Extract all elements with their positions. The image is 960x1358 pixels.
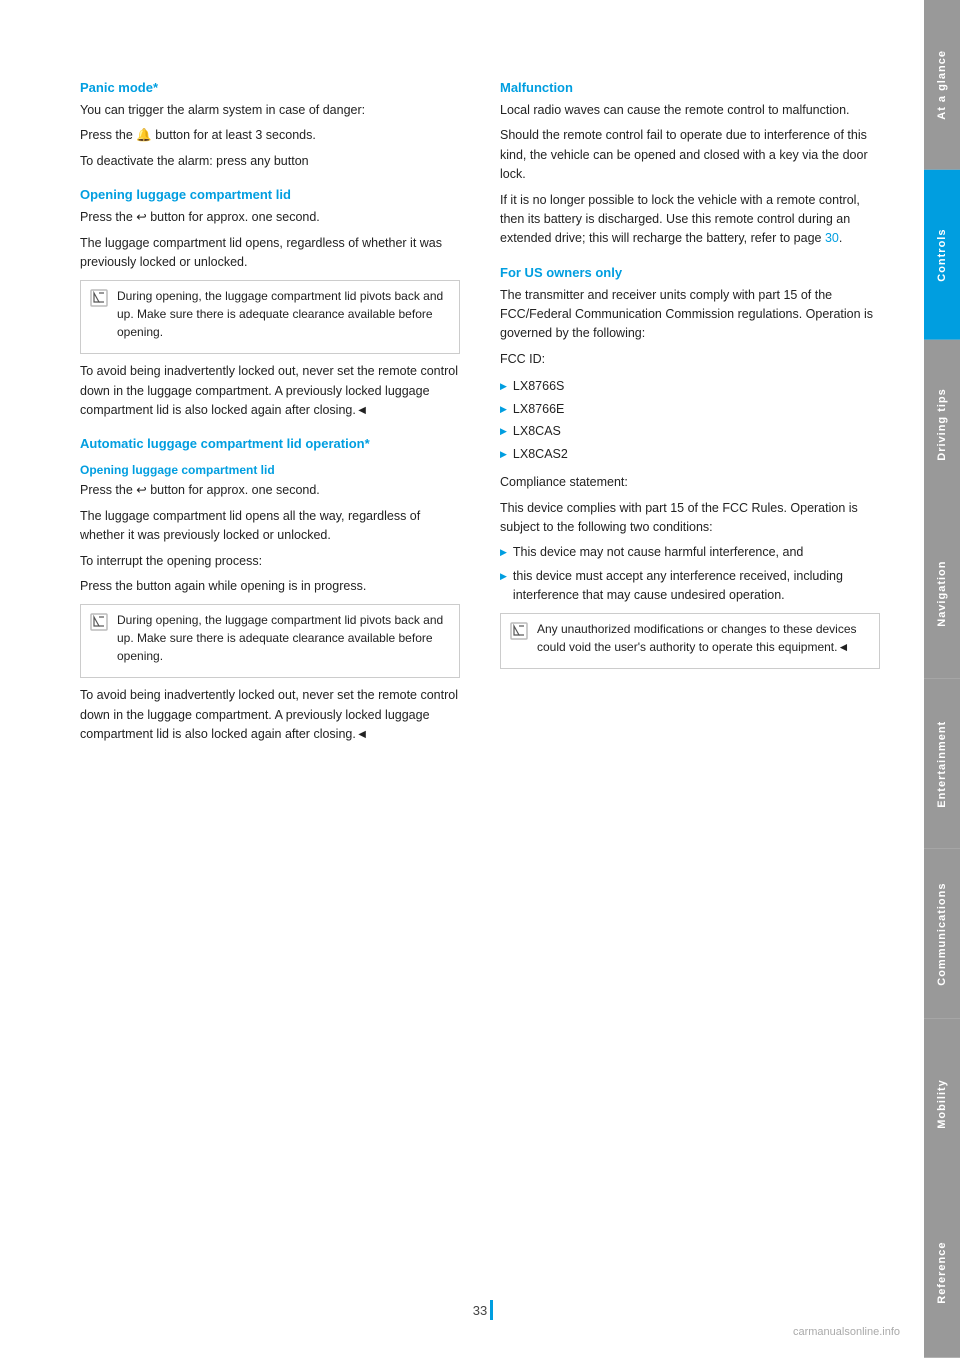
opening-lid-text1: Press the ↩ button for approx. one secon… [80,208,460,227]
malfunction-text2: Should the remote control fail to operat… [500,126,880,184]
malfunction-heading: Malfunction [500,80,880,95]
compliance-text: This device complies with part 15 of the… [500,499,880,538]
us-owners-note-text: Any unauthorized modifications or change… [537,620,871,656]
page-link-30[interactable]: 30 [825,231,839,245]
note-icon-3 [509,621,529,641]
note-icon [89,288,109,308]
compliance-label: Compliance statement: [500,473,880,492]
sidebar-tab-entertainment[interactable]: Entertainment [924,679,960,849]
fcc-list: LX8766S LX8766E LX8CAS LX8CAS2 [500,375,880,465]
page-number-bar [490,1300,493,1320]
auto-lid-note1: During opening, the luggage compartment … [80,604,460,678]
auto-lid-text2: The luggage compartment lid opens all th… [80,507,460,546]
right-column: Malfunction Local radio waves can cause … [500,80,880,1298]
page-container: Panic mode* You can trigger the alarm sy… [0,0,960,1358]
sidebar-tab-mobility[interactable]: Mobility [924,1019,960,1189]
panic-mode-text1: You can trigger the alarm system in case… [80,101,460,120]
condition-2: this device must accept any interference… [500,567,880,606]
conditions-list: This device may not cause harmful interf… [500,543,880,605]
auto-lid-text5: To avoid being inadvertently locked out,… [80,686,460,744]
opening-lid-heading: Opening luggage compartment lid [80,187,460,202]
panic-mode-text2: Press the 🔔 button for at least 3 second… [80,126,460,145]
us-owners-heading: For US owners only [500,265,880,280]
sidebar-tab-controls[interactable]: Controls [924,170,960,340]
sidebar-tab-navigation[interactable]: Navigation [924,509,960,679]
fcc-id-label: FCC ID: [500,350,880,369]
malfunction-text3: If it is no longer possible to lock the … [500,191,880,249]
panic-mode-text3: To deactivate the alarm: press any butto… [80,152,460,171]
auto-lid-sub-heading: Opening luggage compartment lid [80,463,460,477]
sidebar: At a glance Controls Driving tips Naviga… [924,0,960,1358]
main-content: Panic mode* You can trigger the alarm sy… [0,0,924,1358]
opening-lid-text2: The luggage compartment lid opens, regar… [80,234,460,273]
malfunction-text1: Local radio waves can cause the remote c… [500,101,880,120]
condition-1: This device may not cause harmful interf… [500,543,880,562]
left-column: Panic mode* You can trigger the alarm sy… [80,80,460,1298]
sidebar-tab-reference[interactable]: Reference [924,1188,960,1358]
opening-lid-text3: To avoid being inadvertently locked out,… [80,362,460,420]
auto-lid-note1-text: During opening, the luggage compartment … [117,611,451,665]
auto-lid-text3: To interrupt the opening process: [80,552,460,571]
us-owners-note: Any unauthorized modifications or change… [500,613,880,669]
watermark: carmanualsonline.info [793,1326,900,1338]
note-icon-2 [89,612,109,632]
auto-lid-heading: Automatic luggage compartment lid operat… [80,436,460,451]
opening-lid-note1: During opening, the luggage compartment … [80,280,460,354]
fcc-id-1: LX8766S [500,375,880,398]
fcc-id-4: LX8CAS2 [500,443,880,466]
auto-lid-text4: Press the button again while opening is … [80,577,460,596]
fcc-id-3: LX8CAS [500,420,880,443]
panic-mode-heading: Panic mode* [80,80,460,95]
page-number: 33 [473,1303,487,1318]
auto-lid-text1: Press the ↩ button for approx. one secon… [80,481,460,500]
fcc-id-2: LX8766E [500,398,880,421]
sidebar-tab-at-glance[interactable]: At a glance [924,0,960,170]
us-owners-text1: The transmitter and receiver units compl… [500,286,880,344]
sidebar-tab-driving-tips[interactable]: Driving tips [924,340,960,510]
opening-lid-note1-text: During opening, the luggage compartment … [117,287,451,341]
sidebar-tab-communications[interactable]: Communications [924,849,960,1019]
